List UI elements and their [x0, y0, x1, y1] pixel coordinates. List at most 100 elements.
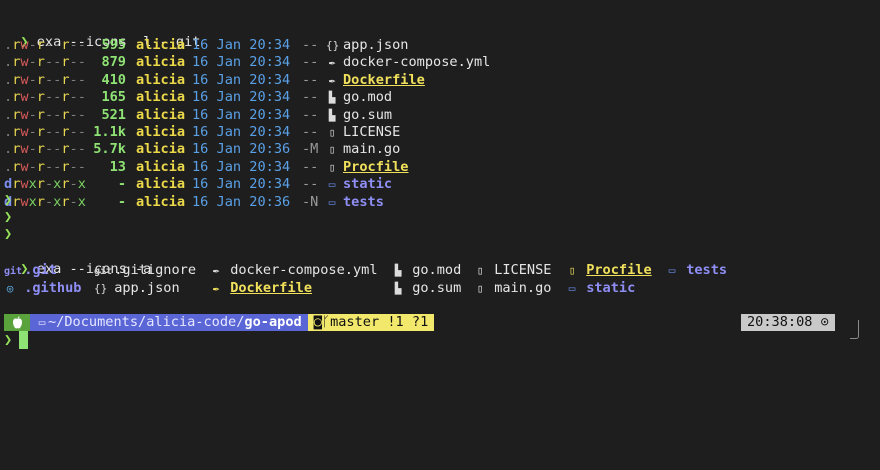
- file-name[interactable]: static: [343, 176, 392, 193]
- git-branch-status: master !1 ?1: [330, 314, 429, 330]
- owner: alicia: [136, 89, 186, 106]
- command-line-2: ❯ exa --icons -a: [4, 244, 151, 277]
- modified-date: 16 Jan 20:34: [192, 176, 291, 193]
- grid-item[interactable]: ▯ main.go: [474, 280, 552, 297]
- grid-item[interactable]: ▙ go.sum: [392, 279, 462, 297]
- modified-date: 16 Jan 20:36: [192, 141, 291, 158]
- file-name: tests: [686, 262, 728, 278]
- permissions: .rw-r--r--: [4, 158, 86, 175]
- modified-date: 16 Jan 20:34: [192, 158, 291, 175]
- text-cursor[interactable]: [19, 331, 28, 349]
- modified-date: 16 Jan 20:34: [192, 106, 291, 123]
- git-icon: ◙: [313, 314, 322, 330]
- file-name: .github: [24, 279, 82, 296]
- go-file-icon: ▯: [476, 281, 484, 295]
- file-size: 595: [101, 37, 126, 53]
- clock-icon: ⊙: [820, 314, 829, 330]
- file-name: Dockerfile: [230, 279, 313, 296]
- file-size: -: [117, 193, 126, 210]
- file-icon: ▙: [328, 108, 336, 122]
- empty-prompt-1: ❯: [4, 192, 13, 208]
- git-status: -N: [302, 193, 319, 210]
- owner: alicia: [136, 37, 186, 53]
- git-status: --: [302, 54, 319, 71]
- procfile-icon: ▯: [568, 264, 576, 277]
- git-segment: ◙ ᚴ master !1 ?1: [307, 314, 435, 331]
- git-status: --: [302, 106, 319, 123]
- file-size: 1.1k: [93, 124, 126, 140]
- folder-icon: ▭: [568, 281, 576, 295]
- file-icon: ▙: [394, 281, 402, 295]
- git-status: --: [302, 124, 319, 140]
- file-name: app.json: [114, 279, 180, 296]
- permissions: .rw-r--r--: [4, 124, 86, 140]
- folder-icon: ▭: [328, 178, 336, 192]
- file-name[interactable]: docker-compose.yml: [343, 54, 490, 71]
- permissions: drwxr-xr-x: [4, 193, 86, 210]
- owner: alicia: [136, 193, 186, 210]
- path-current: go-apod: [244, 314, 302, 330]
- modified-date: 16 Jan 20:34: [192, 54, 291, 71]
- permissions: drwxr-xr-x: [4, 176, 86, 193]
- terminal-window[interactable]: { "cmd1": {"prompt": "❯", "text": "exa -…: [0, 0, 880, 470]
- file-size: 165: [101, 89, 126, 106]
- owner: alicia: [136, 141, 186, 158]
- file-name: static: [586, 279, 636, 296]
- file-name: .gitignore: [114, 262, 197, 278]
- grid-item[interactable]: ▭ static: [566, 279, 636, 297]
- modified-date: 16 Jan 20:34: [192, 124, 291, 140]
- permissions: .rw-r--r--: [4, 54, 86, 71]
- folder-icon: ▭: [328, 195, 336, 209]
- folder-icon: ▭: [668, 264, 676, 277]
- json-icon: {}: [94, 281, 108, 295]
- current-prompt: ❯: [4, 332, 13, 348]
- file-name[interactable]: Procfile: [343, 159, 408, 176]
- grid-item[interactable]: ▙ go.mod: [392, 262, 462, 279]
- grid-item[interactable]: git .gitignore: [94, 262, 196, 279]
- docker-icon: ✒: [328, 73, 336, 87]
- grid-item[interactable]: {} app.json: [94, 280, 180, 297]
- file-name[interactable]: LICENSE: [343, 124, 400, 141]
- grid-item[interactable]: ▯ LICENSE: [474, 262, 552, 279]
- owner: alicia: [136, 106, 186, 123]
- permissions: .rw-r--r--: [4, 106, 86, 123]
- grid-item[interactable]: ▭ tests: [666, 262, 727, 279]
- grid-item[interactable]: ◎ .github: [4, 279, 82, 297]
- command-line-1: ❯ exa --icons -l --git: [4, 17, 200, 50]
- permissions: .rw-r--r--: [4, 89, 86, 106]
- file-name[interactable]: go.sum: [343, 107, 392, 124]
- modified-date: 16 Jan 20:34: [192, 89, 291, 106]
- file-size: 13: [109, 158, 126, 175]
- path-prefix: ~/Documents/alicia-code/: [48, 314, 245, 330]
- modified-date: 16 Jan 20:34: [192, 71, 291, 88]
- json-icon: {}: [326, 39, 340, 52]
- grid-item[interactable]: ✒ docker-compose.yml: [210, 262, 378, 279]
- permissions: .rw-r--r--: [4, 37, 86, 53]
- file-name[interactable]: go.mod: [343, 89, 392, 106]
- owner: alicia: [136, 71, 186, 88]
- permissions: .rw-r--r--: [4, 141, 86, 158]
- file-name: .git: [24, 262, 57, 278]
- empty-prompt-2: ❯: [4, 209, 13, 225]
- git-status: -M: [302, 141, 319, 158]
- permissions: .rw-r--r--: [4, 71, 86, 88]
- git-status: --: [302, 158, 319, 175]
- file-size: 521: [101, 106, 126, 123]
- file-name[interactable]: main.go: [343, 141, 400, 158]
- file-icon: ▙: [394, 264, 402, 277]
- file-name: docker-compose.yml: [230, 262, 378, 278]
- prompt-frame-corner: [850, 320, 859, 339]
- grid-item[interactable]: git .git: [4, 262, 57, 279]
- grid-item[interactable]: ▯ Procfile: [566, 262, 652, 279]
- file-name: go.sum: [412, 279, 462, 296]
- git-icon: git: [94, 266, 113, 277]
- owner: alicia: [136, 54, 186, 71]
- owner: alicia: [136, 176, 186, 193]
- file-name[interactable]: tests: [343, 194, 384, 211]
- owner: alicia: [136, 124, 186, 140]
- grid-item[interactable]: ✒ Dockerfile: [210, 280, 312, 297]
- file-name[interactable]: app.json: [343, 37, 408, 54]
- modified-date: 16 Jan 20:36: [192, 193, 291, 210]
- file-name[interactable]: Dockerfile: [343, 72, 425, 89]
- git-status: --: [302, 71, 319, 88]
